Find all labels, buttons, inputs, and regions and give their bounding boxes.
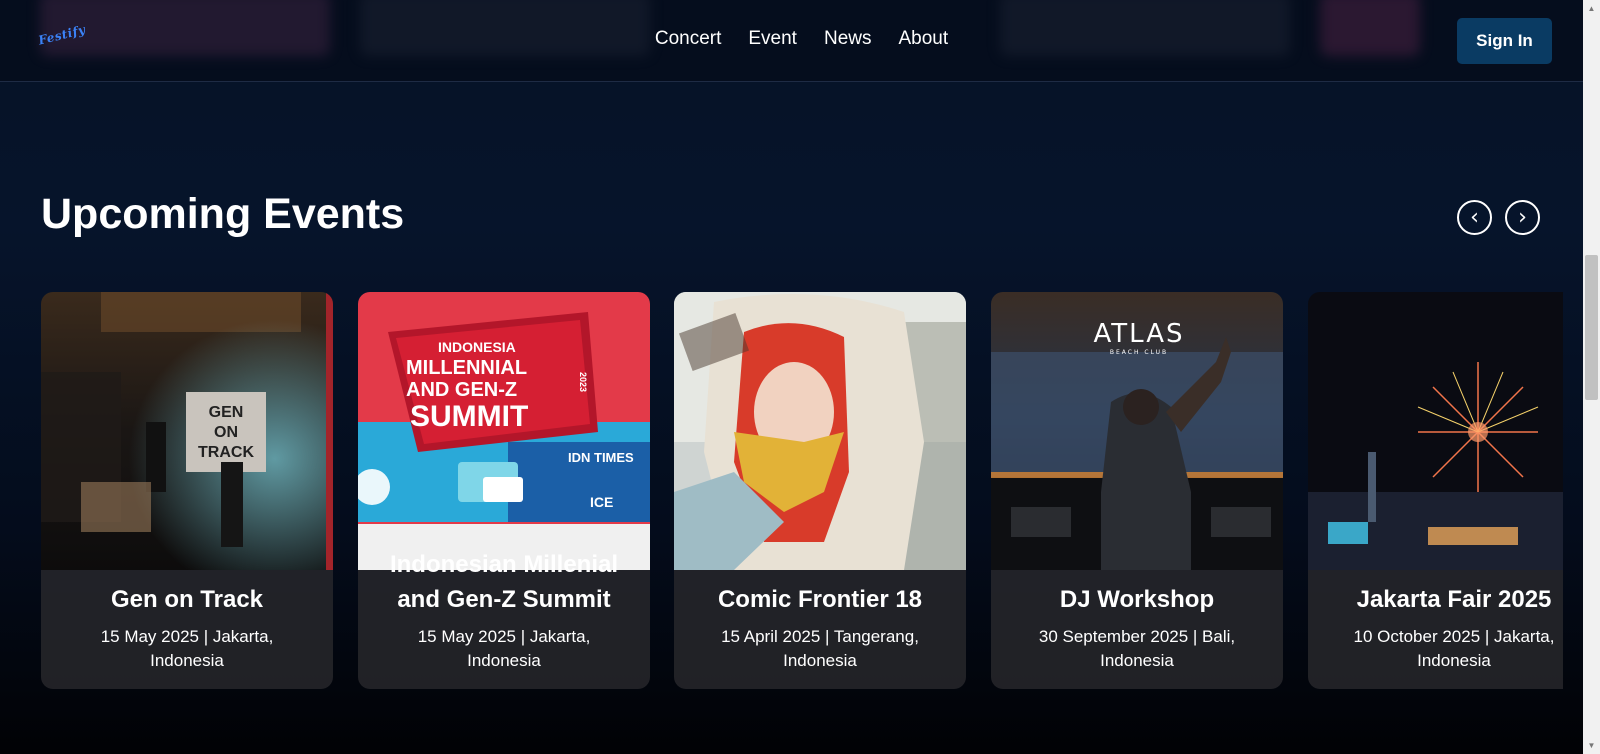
page: Festify Concert Event News About Sign In… <box>0 0 1600 754</box>
event-info: Comic Frontier 18 15 April 2025 | Tanger… <box>674 570 966 689</box>
event-card[interactable]: INDONESIA MILLENNIAL AND GEN-Z SUMMIT 20… <box>358 292 650 689</box>
image-text-sign: GEN <box>209 404 244 421</box>
event-title: Jakarta Fair 2025 <box>1356 586 1552 613</box>
nav-link-concert[interactable]: Concert <box>655 28 722 50</box>
image-text-sponsor: IDN TIMES <box>568 450 634 465</box>
scroll-up-icon[interactable]: ▲ <box>1583 0 1600 17</box>
main-nav: Concert Event News About <box>0 28 1583 50</box>
nav-link-event[interactable]: Event <box>748 28 797 50</box>
event-image-comic-frontier <box>674 292 966 570</box>
image-text-banner: SUMMIT <box>410 400 528 433</box>
events-carousel: GEN ON TRACK Gen on Track 15 May 2025 | … <box>41 292 1563 689</box>
event-info: DJ Workshop 30 September 2025 | Bali, In… <box>991 570 1283 689</box>
scrollbar-thumb[interactable] <box>1585 255 1598 400</box>
event-image-summit: INDONESIA MILLENNIAL AND GEN-Z SUMMIT 20… <box>358 292 650 570</box>
image-text-banner: AND GEN-Z <box>406 379 517 401</box>
image-text-club-logo: BEACH CLUB <box>1110 349 1168 356</box>
event-title: Gen on Track <box>110 586 264 613</box>
event-meta: 15 April 2025 | Tangerang, Indonesia <box>721 627 919 670</box>
sign-in-button[interactable]: Sign In <box>1457 18 1552 64</box>
event-title: DJ Workshop <box>1059 586 1215 613</box>
event-image-gen-on-track: GEN ON TRACK <box>41 292 333 570</box>
image-text-banner: 2023 <box>578 372 588 392</box>
event-card[interactable]: ATLAS BEACH CLUB DJ Workshop 30 Septembe… <box>991 292 1283 689</box>
event-card[interactable]: Comic Frontier 18 15 April 2025 | Tanger… <box>674 292 966 689</box>
event-card[interactable]: GEN ON TRACK Gen on Track 15 May 2025 | … <box>41 292 333 689</box>
event-info: Jakarta Fair 2025 10 October 2025 | Jaka… <box>1308 570 1563 689</box>
carousel-next-button[interactable]: › <box>1505 200 1540 235</box>
event-info: Indonesian Millenial and Gen-Z Summit 15… <box>358 551 650 689</box>
event-card[interactable]: Jakarta Fair 2025 10 October 2025 | Jaka… <box>1308 292 1563 689</box>
event-title: Comic Frontier 18 <box>717 586 923 613</box>
section-title: Upcoming Events <box>41 190 405 238</box>
carousel-prev-button[interactable]: ‹ <box>1457 200 1492 235</box>
event-meta: 30 September 2025 | Bali, Indonesia <box>1038 627 1236 670</box>
image-text-banner: MILLENNIAL <box>406 357 527 379</box>
event-info: Gen on Track 15 May 2025 | Jakarta, Indo… <box>41 570 333 689</box>
event-image-jakarta-fair <box>1308 292 1563 570</box>
event-meta: 15 May 2025 | Jakarta, Indonesia <box>417 627 591 670</box>
top-navbar: Festify Concert Event News About Sign In <box>0 0 1583 82</box>
nav-link-about[interactable]: About <box>898 28 948 50</box>
image-text-club-logo: ATLAS <box>1093 319 1184 349</box>
event-image-dj-workshop: ATLAS BEACH CLUB <box>991 292 1283 570</box>
event-title: Indonesian Millenial and Gen-Z Summit <box>389 551 619 613</box>
image-text-banner: INDONESIA <box>438 339 516 355</box>
nav-link-news[interactable]: News <box>824 28 872 50</box>
page-scrollbar[interactable]: ▲ ▼ <box>1583 0 1600 754</box>
event-meta: 15 May 2025 | Jakarta, Indonesia <box>100 627 274 670</box>
image-text-sign: TRACK <box>198 444 254 461</box>
event-meta: 10 October 2025 | Jakarta, Indonesia <box>1353 627 1555 670</box>
image-text-sponsor: ICE <box>590 494 613 510</box>
scroll-down-icon[interactable]: ▼ <box>1583 737 1600 754</box>
image-text-sign: ON <box>214 424 238 441</box>
